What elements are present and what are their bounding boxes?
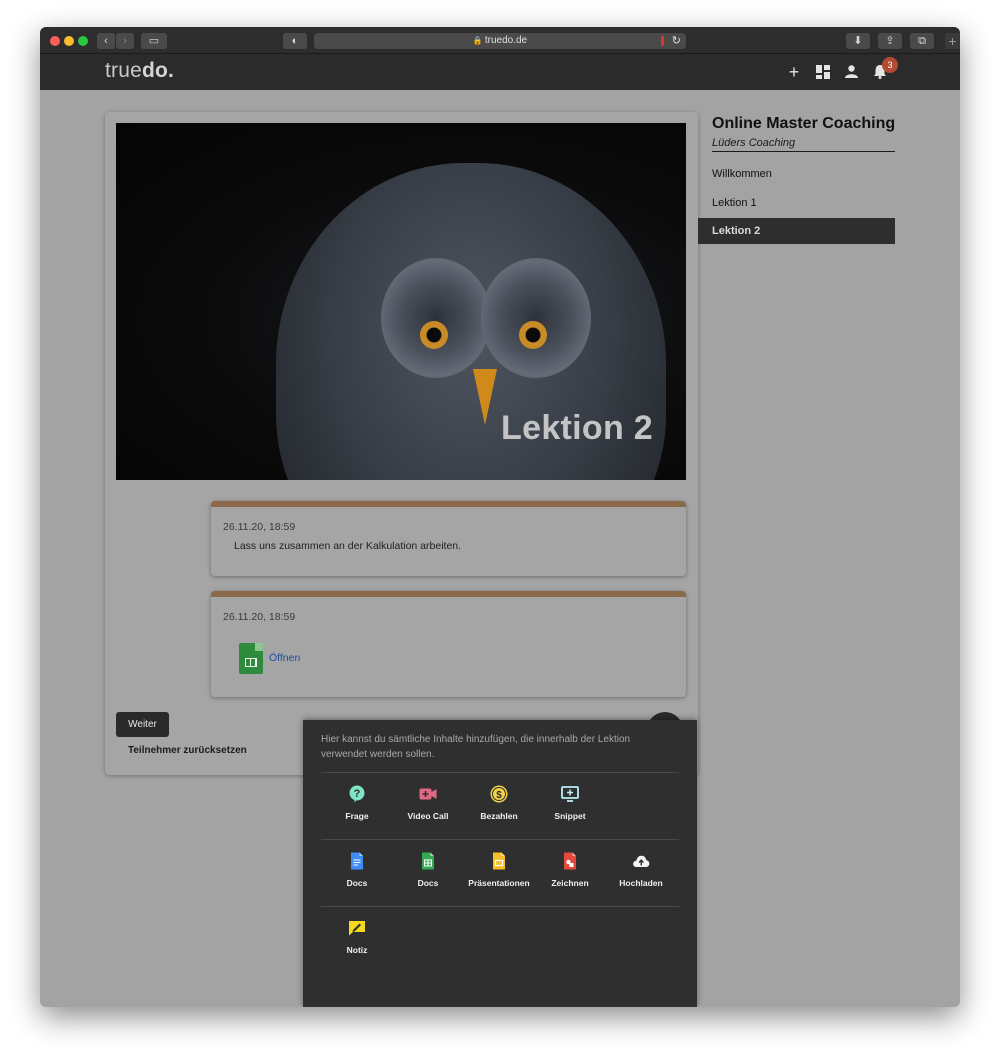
browser-window: ‹ › ▭ ◐ 🔒 truedo.de ↻ ⬇ ⇪ ⧉ + truedo. + 3 xyxy=(40,27,960,1007)
tabs-overview-icon[interactable]: ⧉ xyxy=(910,33,934,49)
tool-label: Zeichnen xyxy=(551,878,589,888)
open-file-link[interactable]: Öffnen xyxy=(269,652,300,664)
tool-label: Präsentationen xyxy=(468,878,530,888)
panel-divider xyxy=(321,906,679,907)
add-content-panel: Hier kannst du sämtliche Inhalte hinzufü… xyxy=(303,720,697,1007)
tool-label: Notiz xyxy=(346,945,368,955)
close-window-button[interactable] xyxy=(50,36,60,46)
lesson-post: 26.11.20, 18:59 Öffnen xyxy=(211,591,686,697)
user-icon[interactable] xyxy=(841,62,861,82)
google-docs-icon xyxy=(351,852,363,870)
sidebar-item-willkommen[interactable]: Willkommen xyxy=(698,161,895,187)
post-accent-bar xyxy=(211,591,686,597)
app-header: truedo. + xyxy=(40,54,960,90)
owl-eye-left xyxy=(420,321,448,349)
hero-title: Lektion 2 xyxy=(501,409,653,447)
sidebar-toggle-icon[interactable]: ▭ xyxy=(141,33,167,49)
share-icon[interactable]: ⇪ xyxy=(878,33,902,49)
owl-face-right xyxy=(481,258,591,378)
lock-icon: 🔒 xyxy=(472,36,483,45)
tool-label: Video Call xyxy=(407,811,449,821)
google-sheets-icon xyxy=(422,852,434,870)
dollar-coin-icon: $ xyxy=(490,785,508,803)
logo-text-light: true xyxy=(105,59,142,82)
video-camera-icon xyxy=(419,788,437,800)
dashboard-icon[interactable] xyxy=(813,62,833,82)
tool-frage[interactable]: ? Frage xyxy=(322,785,392,821)
reset-participants-link[interactable]: Teilnehmer zurücksetzen xyxy=(128,745,247,756)
new-tab-icon[interactable]: + xyxy=(945,33,960,49)
url-text: truedo.de xyxy=(484,35,528,46)
post-date: 26.11.20, 18:59 xyxy=(223,521,296,533)
note-icon xyxy=(349,921,365,936)
sheets-icon-fold xyxy=(255,643,263,651)
tool-bezahlen[interactable]: $ Bezahlen xyxy=(464,785,534,821)
tool-docs[interactable]: Docs xyxy=(322,852,392,888)
panel-divider xyxy=(321,839,679,840)
tool-label: Hochladen xyxy=(619,878,663,888)
recording-indicator-icon xyxy=(661,36,664,46)
tool-praesentationen[interactable]: Präsentationen xyxy=(464,852,534,888)
tool-hochladen[interactable]: Hochladen xyxy=(606,852,676,888)
tool-sheets[interactable]: Docs xyxy=(393,852,463,888)
tool-label: Bezahlen xyxy=(480,811,518,821)
owl-beak xyxy=(473,369,497,425)
google-slides-icon xyxy=(493,852,505,870)
monitor-plus-icon xyxy=(561,786,579,802)
lesson-hero-image: Lektion 2 xyxy=(116,123,686,480)
google-drawings-icon xyxy=(564,852,576,870)
tool-label: Docs xyxy=(417,878,439,888)
sidebar-item-lektion-1[interactable]: Lektion 1 xyxy=(698,190,895,216)
sheets-icon-grid xyxy=(245,658,257,667)
course-title: Online Master Coaching xyxy=(712,115,896,132)
svg-text:?: ? xyxy=(354,788,361,800)
notification-badge: 3 xyxy=(882,57,898,73)
sidebar-item-lektion-2[interactable]: Lektion 2 xyxy=(698,218,895,244)
google-sheets-icon[interactable] xyxy=(239,643,263,674)
browser-toolbar: ‹ › ▭ ◐ 🔒 truedo.de ↻ ⬇ ⇪ ⧉ + xyxy=(40,27,960,54)
tool-label: Docs xyxy=(346,878,368,888)
zoom-window-button[interactable] xyxy=(78,36,88,46)
tool-label: Snippet xyxy=(554,811,586,821)
tool-label: Frage xyxy=(345,811,369,821)
tool-zeichnen[interactable]: Zeichnen xyxy=(535,852,605,888)
post-date: 26.11.20, 18:59 xyxy=(223,611,296,623)
lesson-post: 26.11.20, 18:59 Lass uns zusammen an der… xyxy=(211,501,686,576)
panel-description: Hier kannst du sämtliche Inhalte hinzufü… xyxy=(321,734,631,760)
tool-snippet[interactable]: Snippet xyxy=(535,785,605,821)
next-button[interactable]: Weiter xyxy=(116,712,169,737)
post-text: Lass uns zusammen an der Kalkulation arb… xyxy=(234,540,462,552)
address-bar[interactable]: 🔒 truedo.de ↻ xyxy=(314,33,686,49)
back-icon[interactable]: ‹ xyxy=(97,33,115,49)
course-title-divider xyxy=(712,151,895,152)
panel-divider xyxy=(321,772,679,773)
truedo-logo[interactable]: truedo. xyxy=(105,59,174,83)
reload-icon[interactable]: ↻ xyxy=(672,33,681,49)
course-subtitle: Lüders Coaching xyxy=(712,137,796,149)
tool-video-call[interactable]: Video Call xyxy=(393,785,463,821)
logo-text-bold: do. xyxy=(142,59,175,82)
owl-face-left xyxy=(381,258,491,378)
svg-text:$: $ xyxy=(496,790,502,801)
question-icon: ? xyxy=(349,785,365,803)
downloads-icon[interactable]: ⬇ xyxy=(846,33,870,49)
minimize-window-button[interactable] xyxy=(64,36,74,46)
cloud-upload-icon xyxy=(633,855,650,867)
forward-icon[interactable]: › xyxy=(116,33,134,49)
add-icon[interactable]: + xyxy=(784,62,804,82)
post-accent-bar xyxy=(211,501,686,507)
privacy-shield-icon[interactable]: ◐ xyxy=(283,33,307,49)
tool-notiz[interactable]: Notiz xyxy=(322,919,392,955)
owl-eye-right xyxy=(519,321,547,349)
